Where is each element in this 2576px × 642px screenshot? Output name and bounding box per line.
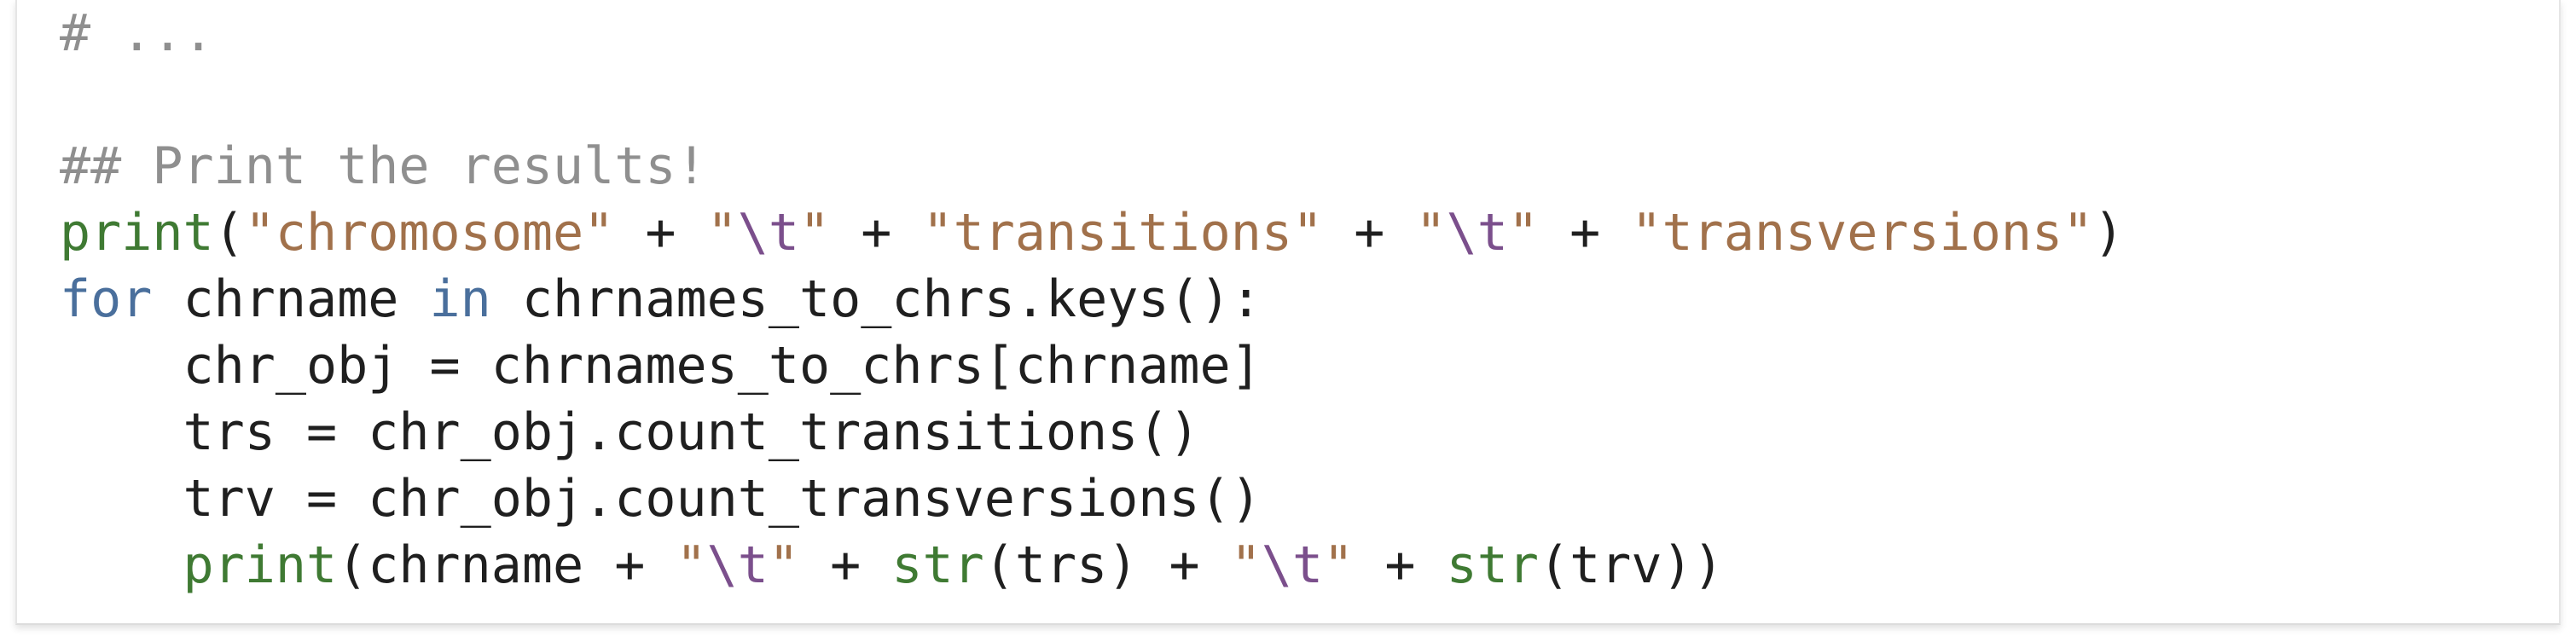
code-token-plain: + <box>1538 203 1632 263</box>
code-token-string: " <box>1230 535 1262 595</box>
code-token-string: " <box>768 535 799 595</box>
code-token-string: "transitions" <box>922 203 1324 263</box>
code-line: print("chromosome" + "\t" + "transitions… <box>60 200 2124 266</box>
code-line: for chrname in chrnames_to_chrs.keys(): <box>60 266 2124 333</box>
code-token-plain: + <box>798 535 892 595</box>
code-token-plain: trs = chr_obj.count_transitions() <box>60 402 1200 462</box>
code-block: # ... ## Print the results! print("chromos… <box>15 0 2561 625</box>
code-token-string: " <box>798 203 831 263</box>
code-token-escape: \t <box>706 535 769 595</box>
code-token-escape: \t <box>1446 203 1508 263</box>
code-token-string: " <box>706 203 738 263</box>
code-token-builtin: str <box>1446 535 1539 595</box>
code-token-plain: (trv)) <box>1538 535 1724 595</box>
code-token-builtin: print <box>60 203 214 263</box>
code-listing: # ... ## Print the results! print("chromos… <box>60 0 2124 599</box>
code-token-string: " <box>1323 535 1355 595</box>
code-token-plain: chr_obj = chrnames_to_chrs[chrname] <box>60 336 1262 396</box>
code-token-builtin: print <box>183 535 338 595</box>
code-line: trv = chr_obj.count_transversions() <box>60 466 2124 532</box>
code-token-plain: (trs) + <box>983 535 1231 595</box>
code-token-comment: # ... <box>60 3 214 63</box>
code-line: # ... <box>60 0 2124 67</box>
code-token-keyword: in <box>429 269 491 329</box>
code-line: chr_obj = chrnames_to_chrs[chrname] <box>60 333 2124 399</box>
code-line: print(chrname + "\t" + str(trs) + "\t" +… <box>60 532 2124 599</box>
code-line: trs = chr_obj.count_transitions() <box>60 399 2124 466</box>
code-token-plain: chrnames_to_chrs.keys(): <box>490 269 1262 329</box>
code-token-string: " <box>1507 203 1539 263</box>
code-token-plain: + <box>1323 203 1416 263</box>
code-token-plain: (chrname + <box>337 535 676 595</box>
code-token-string: " <box>1415 203 1447 263</box>
code-token-builtin: str <box>891 535 984 595</box>
code-token-plain: + <box>830 203 923 263</box>
code-token-escape: \t <box>737 203 799 263</box>
code-token-plain: ) <box>2093 203 2125 263</box>
code-token-escape: \t <box>1261 535 1324 595</box>
code-token-plain: chrname <box>152 269 430 329</box>
code-token-string: " <box>676 535 707 595</box>
code-token-comment: ## Print the results! <box>60 136 707 196</box>
code-token-string: "transversions" <box>1631 203 2094 263</box>
page: # ... ## Print the results! print("chromos… <box>0 0 2576 642</box>
code-token-keyword: for <box>60 269 153 329</box>
code-token-string: "chromosome" <box>244 203 615 263</box>
code-token-plain: ( <box>213 203 245 263</box>
code-line: ## Print the results! <box>60 133 2124 200</box>
code-token-plain: + <box>614 203 707 263</box>
code-token-plain: + <box>1354 535 1447 595</box>
code-token-plain: trv = chr_obj.count_transversions() <box>60 469 1262 529</box>
